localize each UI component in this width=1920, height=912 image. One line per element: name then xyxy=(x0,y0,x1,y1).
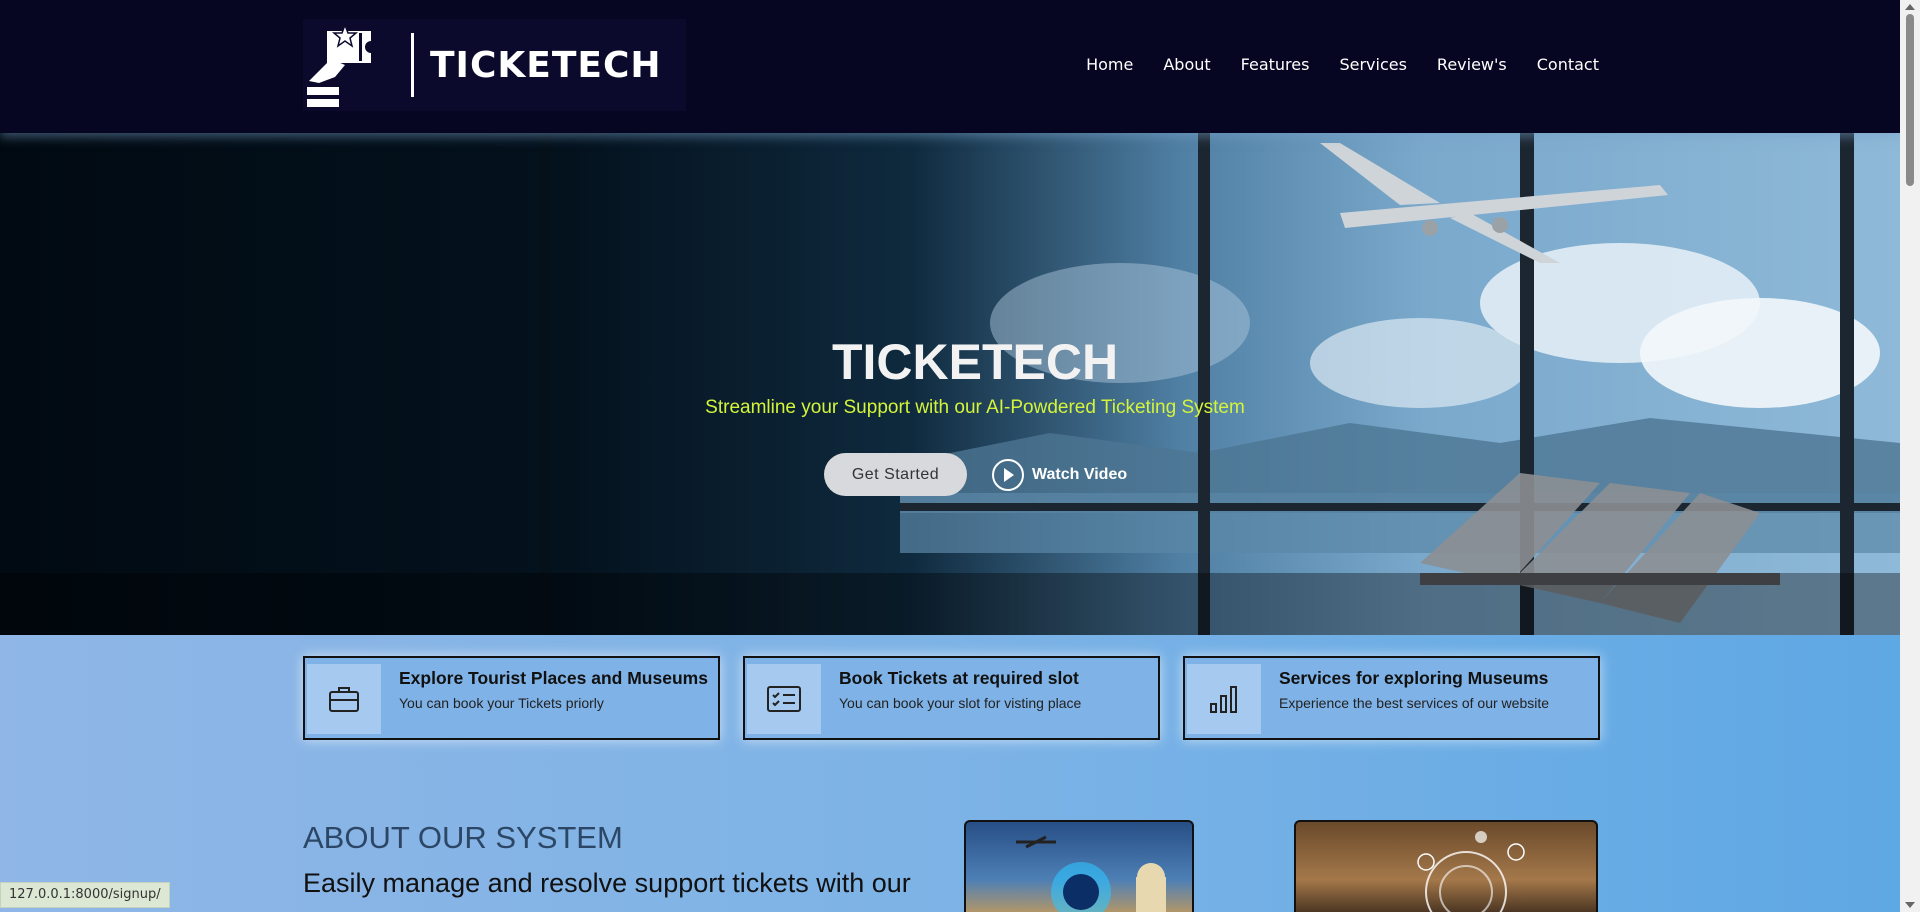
nav-features[interactable]: Features xyxy=(1241,55,1310,74)
page-scrollbar[interactable] xyxy=(1900,0,1920,912)
feature-card-desc: Experience the best services of our webs… xyxy=(1279,695,1550,711)
watch-video-button[interactable]: Watch Video xyxy=(992,459,1127,491)
logo-divider xyxy=(411,33,414,97)
about-image-travel xyxy=(964,820,1194,912)
site-header: TICKETECH Home About Features Services R… xyxy=(0,0,1900,133)
get-started-button[interactable]: Get Started xyxy=(824,453,967,496)
briefcase-icon xyxy=(329,687,359,712)
hero-section: TICKETECH Streamline your Support with o… xyxy=(0,133,1900,635)
about-heading: ABOUT OUR SYSTEM xyxy=(303,820,623,855)
status-bar-url: 127.0.0.1:8000/signup/ xyxy=(0,882,170,908)
feature-card-text: Book Tickets at required slot You can bo… xyxy=(821,658,1081,738)
feature-card-desc: You can book your slot for visting place xyxy=(839,695,1082,711)
feature-card-book-tickets[interactable]: Book Tickets at required slot You can bo… xyxy=(743,656,1160,740)
about-text: Easily manage and resolve support ticket… xyxy=(303,868,911,898)
checklist-icon xyxy=(767,686,801,712)
scroll-up-icon[interactable] xyxy=(1905,4,1915,10)
logo-text: TICKETECH xyxy=(430,44,662,86)
ticket-hand-icon xyxy=(307,22,377,107)
nav-about[interactable]: About xyxy=(1163,55,1210,74)
scroll-down-icon[interactable] xyxy=(1905,902,1915,908)
feature-icon-box xyxy=(1187,664,1261,734)
feature-card-tourist-places[interactable]: Explore Tourist Places and Museums You c… xyxy=(303,656,720,740)
hero-title: TICKETECH xyxy=(831,334,1119,390)
nav-reviews[interactable]: Review's xyxy=(1437,55,1507,74)
feature-card-title: Services for exploring Museums xyxy=(1279,668,1549,688)
nav-contact[interactable]: Contact xyxy=(1537,55,1599,74)
scrollbar-thumb[interactable] xyxy=(1906,14,1914,186)
play-icon xyxy=(992,459,1024,491)
tech-overlay-image xyxy=(1417,831,1525,912)
bar-chart-icon xyxy=(1210,686,1237,713)
feature-card-museum-services[interactable]: Services for exploring Museums Experienc… xyxy=(1183,656,1600,740)
feature-card-title: Book Tickets at required slot xyxy=(839,668,1079,688)
feature-card-text: Services for exploring Museums Experienc… xyxy=(1261,658,1549,738)
main-nav: Home About Features Services Review's Co… xyxy=(1056,55,1599,74)
feature-card-desc: You can book your Tickets priorly xyxy=(399,695,604,711)
nav-home[interactable]: Home xyxy=(1086,55,1133,74)
feature-card-text: Explore Tourist Places and Museums You c… xyxy=(381,658,708,738)
feature-icon-box xyxy=(747,664,821,734)
about-image-cafe xyxy=(1294,820,1598,912)
feature-icon-box xyxy=(307,664,381,734)
feature-card-title: Explore Tourist Places and Museums xyxy=(399,668,708,688)
site-logo[interactable]: TICKETECH xyxy=(303,19,686,111)
watch-video-label: Watch Video xyxy=(1032,466,1128,483)
travel-collage-image xyxy=(1016,835,1166,912)
hero-subtitle: Streamline your Support with our AI-Powd… xyxy=(705,397,1245,418)
nav-services[interactable]: Services xyxy=(1339,55,1406,74)
